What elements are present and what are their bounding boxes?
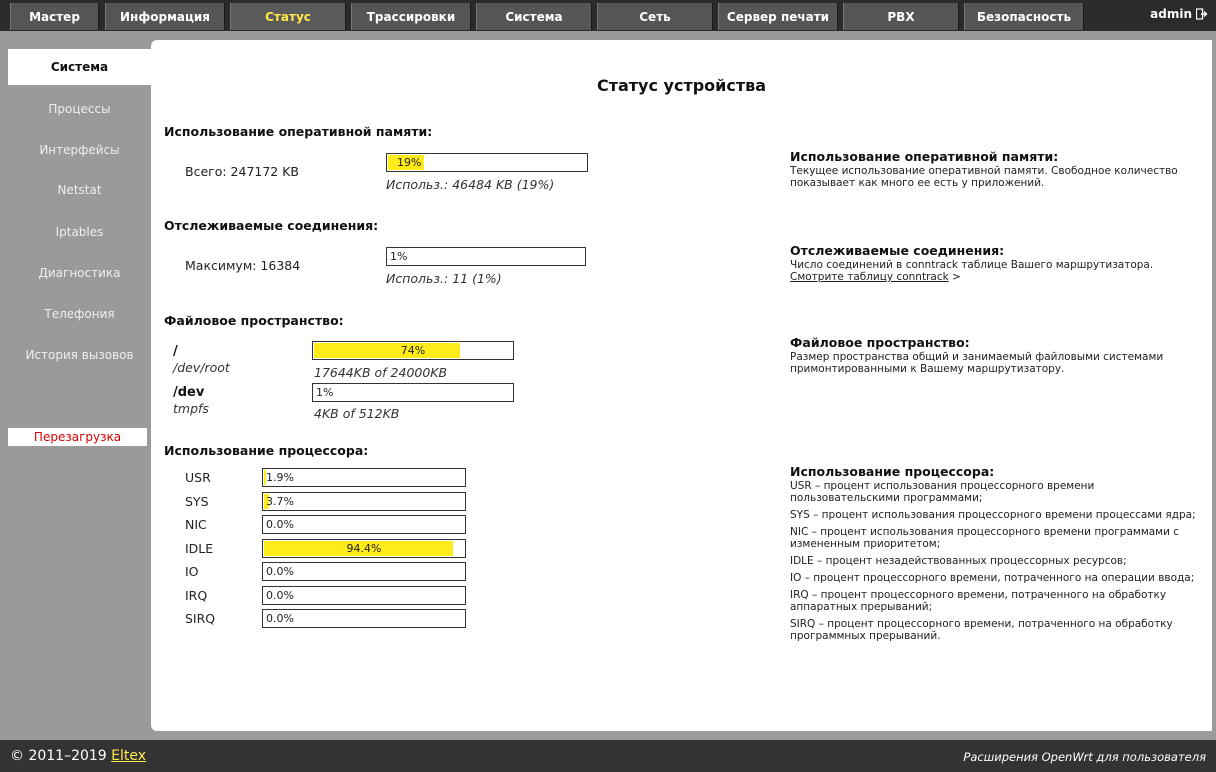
sidebar-item-diagnostics[interactable]: Диагностика	[8, 255, 151, 291]
sidebar-item-system[interactable]: Система	[8, 49, 151, 85]
reboot-button[interactable]: Перезагрузка	[8, 428, 147, 446]
fs-mount-root: /	[173, 344, 178, 359]
openwrt-extensions-label: Расширения OpenWrt для пользователя	[963, 750, 1206, 764]
cpu-usr-bar: 1.9%	[262, 468, 466, 487]
help-conn-link-suffix: >	[948, 271, 961, 283]
sidebar-item-processes[interactable]: Процессы	[8, 91, 151, 127]
help-conn-text: Число соединений в conntrack таблице Ваш…	[790, 259, 1200, 283]
cpu-nic-bar: 0.0%	[262, 515, 466, 534]
help-cpu-usr: USR – процент использования процессорног…	[790, 480, 1095, 504]
eltex-link[interactable]: Eltex	[111, 748, 146, 764]
cpu-irq-bar-value: 0.0%	[266, 589, 294, 602]
help-memory: Использование оперативной памяти: Текуще…	[790, 149, 1200, 194]
tab-master[interactable]: Мастер	[10, 3, 99, 30]
top-navigation: Мастер Информация Статус Трассировки Сис…	[0, 0, 1216, 31]
cpu-sys-bar: 3.7%	[262, 492, 466, 511]
tab-security[interactable]: Безопасность	[964, 3, 1084, 30]
help-cpu-title: Использование процессора:	[790, 464, 995, 479]
tab-info[interactable]: Информация	[105, 3, 225, 30]
tab-network[interactable]: Сеть	[597, 3, 713, 30]
tab-system[interactable]: Система	[476, 3, 592, 30]
copyright: © 2011–2019 Eltex	[10, 748, 146, 764]
page-title: Статус устройства	[596, 76, 767, 95]
cpu-sirq-bar: 0.0%	[262, 609, 466, 628]
help-cpu-io: IO – процент процессорного времени, потр…	[790, 572, 1195, 584]
help-cpu-irq: IRQ – процент процессорного времени, пот…	[790, 589, 1167, 613]
fs-bar-dev: 1%	[312, 383, 514, 402]
help-fs-title: Файловое пространство:	[790, 335, 970, 350]
username: admin	[1150, 7, 1192, 21]
conn-heading: Отслеживаемые соединения:	[164, 218, 379, 233]
conn-used: Использ.: 11 (1%)	[386, 271, 502, 286]
tab-print-server[interactable]: Сервер печати	[718, 3, 838, 30]
memory-used: Использ.: 46484 KB (19%)	[386, 177, 555, 192]
cpu-idle-bar-value: 94.4%	[346, 542, 382, 555]
memory-total: Всего: 247172 KB	[185, 164, 300, 179]
help-fs-text: Размер пространства общий и занимаемый ф…	[790, 351, 1164, 375]
help-conn: Отслеживаемые соединения: Число соединен…	[790, 243, 1200, 288]
cpu-sirq-label: SIRQ	[185, 611, 216, 626]
fs-device-dev: tmpfs	[173, 401, 209, 416]
help-cpu-sirq: SIRQ – процент процессорного времени, по…	[790, 618, 1173, 642]
fs-bar-root-label: 74%	[400, 344, 426, 357]
cpu-nic-label: NIC	[185, 517, 207, 532]
cpu-sirq-bar-value: 0.0%	[266, 612, 294, 625]
conn-max: Максимум: 16384	[185, 258, 301, 273]
cpu-irq-label: IRQ	[185, 588, 208, 603]
copyright-text: © 2011–2019	[10, 748, 112, 764]
help-memory-title: Использование оперативной памяти:	[790, 149, 1059, 164]
conn-bar: 1%	[386, 247, 586, 266]
help-cpu-sys: SYS – процент использования процессорног…	[790, 509, 1196, 521]
cpu-io-bar-value: 0.0%	[266, 565, 294, 578]
tab-pbx[interactable]: PBX	[843, 3, 959, 30]
fs-bar-root: 74%	[312, 341, 514, 360]
user-menu[interactable]: admin	[1150, 7, 1208, 21]
help-memory-text: Текущее использование оперативной памяти…	[790, 165, 1178, 189]
sidebar-item-call-history[interactable]: История вызовов	[8, 337, 151, 373]
cpu-nic-bar-value: 0.0%	[266, 518, 294, 531]
memory-bar: 19%	[386, 153, 588, 172]
sidebar-item-telephony[interactable]: Телефония	[8, 296, 151, 332]
memory-heading: Использование оперативной памяти:	[164, 124, 433, 139]
cpu-io-bar: 0.0%	[262, 562, 466, 581]
help-cpu: Использование процессора: USR – процент …	[790, 464, 1200, 647]
help-cpu-idle: IDLE – процент незадействованных процесс…	[790, 555, 1127, 567]
fs-mount-dev: /dev	[173, 385, 205, 400]
sidebar-item-iptables[interactable]: Iptables	[8, 214, 151, 250]
footer: © 2011–2019 Eltex Расширения OpenWrt для…	[0, 740, 1216, 772]
fs-device-root: /dev/root	[173, 360, 230, 375]
main-panel: Статус устройства Использование оператив…	[151, 40, 1212, 731]
cpu-idle-bar: 94.4%	[262, 539, 466, 558]
cpu-sys-label: SYS	[185, 494, 209, 509]
cpu-usr-bar-value: 1.9%	[266, 471, 294, 484]
cpu-io-label: IO	[185, 564, 199, 579]
conntrack-table-link[interactable]: Смотрите таблицу conntrack	[790, 271, 949, 283]
logout-icon[interactable]	[1196, 8, 1208, 20]
cpu-idle-label: IDLE	[185, 541, 214, 556]
help-conn-title: Отслеживаемые соединения:	[790, 243, 1005, 258]
sidebar-item-netstat[interactable]: Netstat	[8, 172, 151, 208]
fs-usage-root: 17644KB of 24000KB	[314, 365, 448, 380]
memory-bar-label: 19%	[397, 156, 422, 169]
help-cpu-nic: NIC – процент использования процессорног…	[790, 526, 1180, 550]
help-conn-description: Число соединений в conntrack таблице Ваш…	[790, 259, 1154, 271]
cpu-sys-bar-value: 3.7%	[266, 495, 294, 508]
sidebar-item-interfaces[interactable]: Интерфейсы	[8, 132, 151, 168]
cpu-heading: Использование процессора:	[164, 443, 369, 458]
fs-usage-dev: 4KB of 512KB	[314, 406, 400, 421]
help-fs: Файловое пространство: Размер пространст…	[790, 335, 1200, 380]
tab-traces[interactable]: Трассировки	[351, 3, 471, 30]
fs-bar-dev-label: 1%	[316, 386, 334, 399]
cpu-usr-label: USR	[185, 470, 211, 485]
tab-status[interactable]: Статус	[230, 3, 346, 30]
cpu-irq-bar: 0.0%	[262, 586, 466, 605]
fs-heading: Файловое пространство:	[164, 313, 344, 328]
sidebar: Система Процессы Интерфейсы Netstat Ipta…	[0, 31, 151, 731]
conn-bar-label: 1%	[390, 250, 408, 263]
